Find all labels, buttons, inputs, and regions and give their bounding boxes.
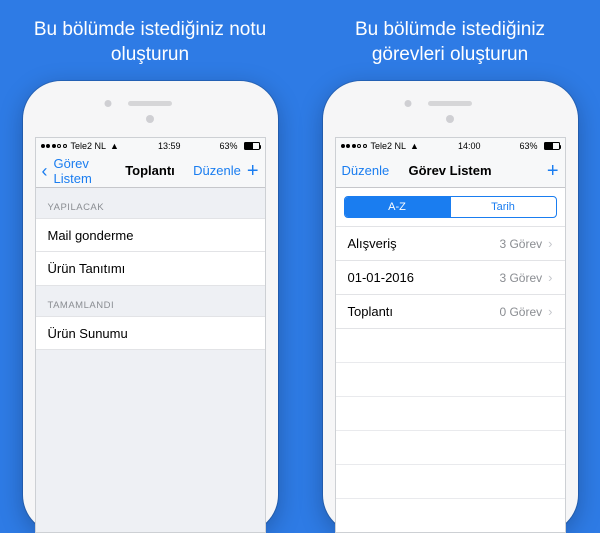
carrier: Tele2 NL — [371, 141, 407, 151]
list-count: 0 Görev — [499, 305, 542, 319]
section-todo-header: YAPILACAK — [36, 188, 265, 218]
list-row[interactable]: Alışveriş 3 Görev › — [336, 227, 565, 261]
navbar-left: ‹ Görev Listem Toplantı Düzenle + — [36, 154, 265, 188]
list-name: Toplantı — [348, 304, 394, 319]
battery-icon — [244, 142, 260, 150]
battery-icon — [544, 142, 560, 150]
navbar-right: Düzenle Görev Listem + — [336, 154, 565, 188]
todo-label: Mail gonderme — [48, 228, 134, 243]
signal-dots-icon — [41, 144, 67, 148]
sort-segmented-control: A-Z Tarih — [344, 196, 557, 218]
done-row[interactable]: Ürün Sunumu — [36, 316, 265, 350]
screen-right: Tele2 NL ▲ 14:00 63% Düzenle Görev Liste… — [335, 137, 566, 533]
list-count: 3 Görev — [499, 237, 542, 251]
todo-row[interactable]: Ürün Tanıtımı — [36, 252, 265, 286]
battery-percent: 63% — [219, 141, 237, 151]
back-button[interactable]: Görev Listem — [54, 156, 126, 186]
empty-rows — [336, 329, 565, 532]
done-label: Ürün Sunumu — [48, 326, 128, 341]
wifi-icon: ▲ — [110, 141, 119, 151]
segment-az[interactable]: A-Z — [345, 197, 450, 217]
back-chevron-icon[interactable]: ‹ — [42, 162, 48, 180]
add-button[interactable]: + — [547, 161, 559, 181]
list-count: 3 Görev — [499, 271, 542, 285]
chevron-right-icon: › — [548, 270, 552, 285]
signal-dots-icon — [341, 144, 367, 148]
edit-button[interactable]: Düzenle — [193, 163, 241, 178]
wifi-icon: ▲ — [410, 141, 419, 151]
section-done-header: TAMAMLANDI — [36, 286, 265, 316]
caption-right: Bu bölümde istediğiniz görevleri oluştur… — [320, 18, 580, 67]
page-title: Görev Listem — [408, 163, 491, 178]
todo-label: Ürün Tanıtımı — [48, 261, 126, 276]
page-title: Toplantı — [125, 163, 175, 178]
add-button[interactable]: + — [247, 161, 259, 181]
chevron-right-icon: › — [548, 304, 552, 319]
carrier: Tele2 NL — [71, 141, 107, 151]
list-name: 01-01-2016 — [348, 270, 415, 285]
list-row[interactable]: 01-01-2016 3 Görev › — [336, 261, 565, 295]
phone-mockup-left: Tele2 NL ▲ 13:59 63% ‹ Görev Listem Topl… — [23, 81, 278, 533]
chevron-right-icon: › — [548, 236, 552, 251]
clock: 14:00 — [458, 141, 481, 151]
battery-percent: 63% — [519, 141, 537, 151]
todo-row[interactable]: Mail gonderme — [36, 218, 265, 252]
status-bar: Tele2 NL ▲ 14:00 63% — [336, 138, 565, 154]
caption-left: Bu bölümde istediğiniz notu oluşturun — [20, 18, 280, 67]
status-bar: Tele2 NL ▲ 13:59 63% — [36, 138, 265, 154]
edit-button[interactable]: Düzenle — [342, 163, 390, 178]
list-name: Alışveriş — [348, 236, 397, 251]
clock: 13:59 — [158, 141, 181, 151]
list-row[interactable]: Toplantı 0 Görev › — [336, 295, 565, 329]
segment-tarih[interactable]: Tarih — [450, 197, 556, 217]
screen-left: Tele2 NL ▲ 13:59 63% ‹ Görev Listem Topl… — [35, 137, 266, 533]
phone-mockup-right: Tele2 NL ▲ 14:00 63% Düzenle Görev Liste… — [323, 81, 578, 533]
